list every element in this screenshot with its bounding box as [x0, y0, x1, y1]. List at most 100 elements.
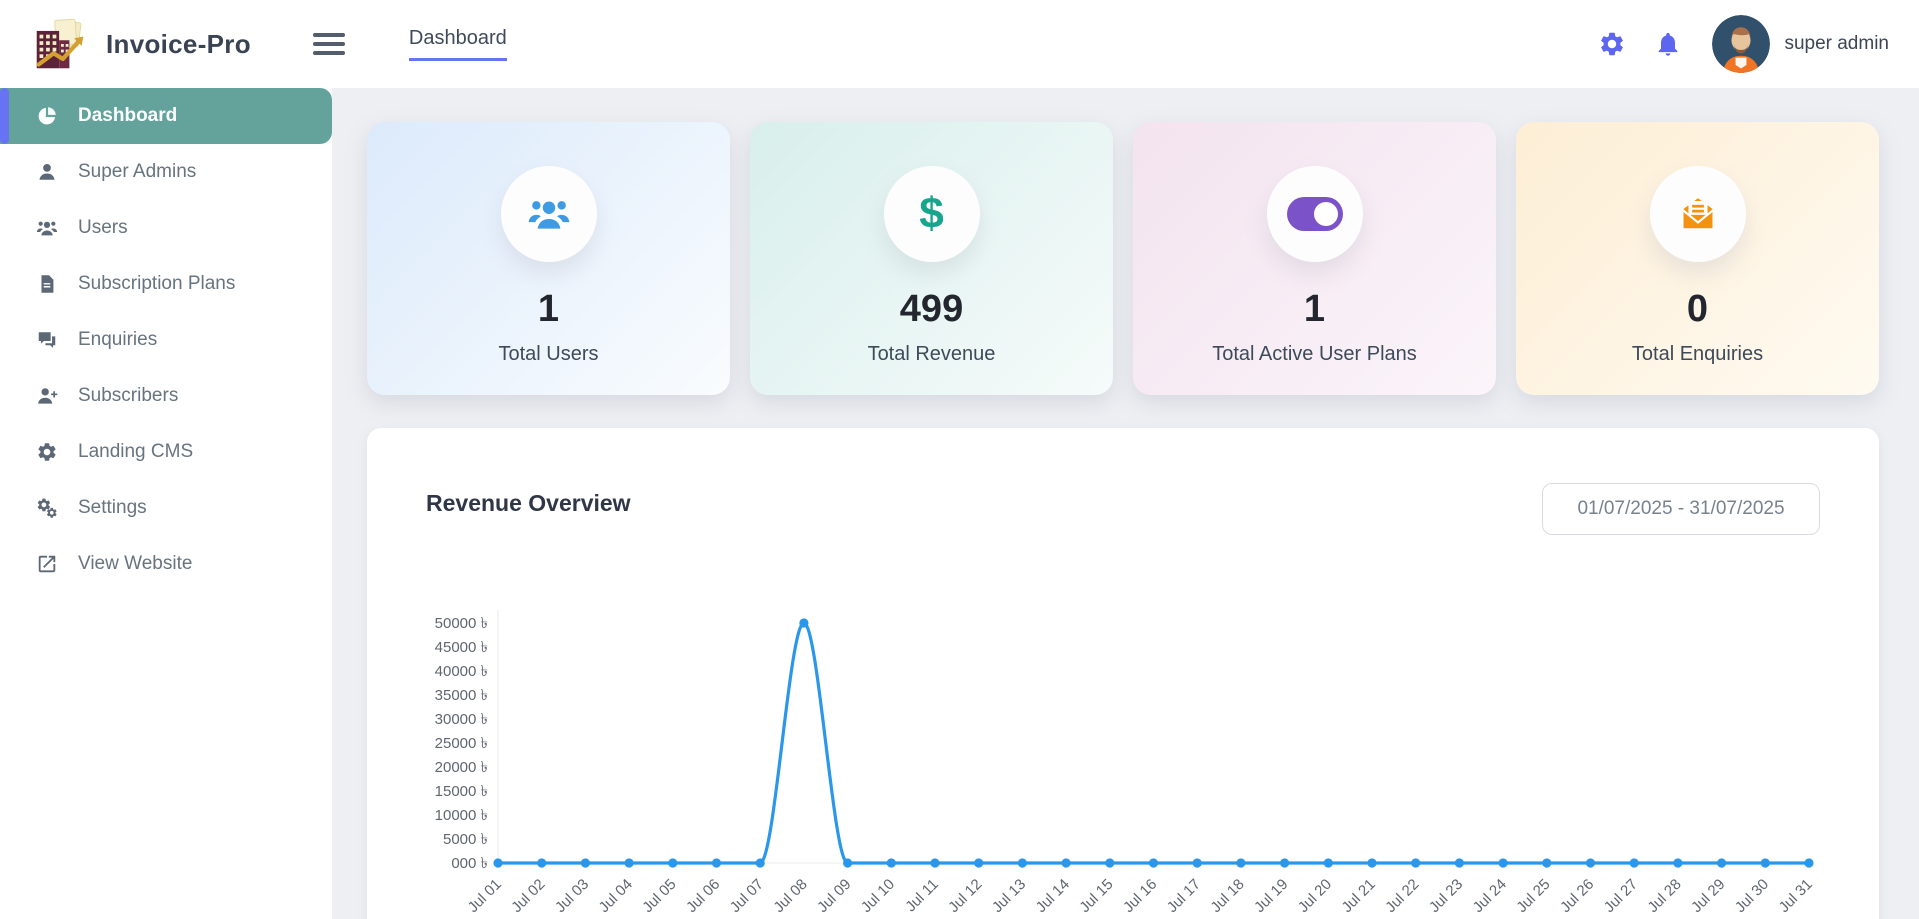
person-add-icon [36, 385, 58, 407]
app-title: Invoice-Pro [106, 29, 251, 60]
section-title: Revenue Overview [426, 490, 631, 517]
notifications-bell-icon[interactable] [1654, 30, 1682, 58]
svg-text:45000 ৳: 45000 ৳ [435, 639, 488, 656]
chat-icon [36, 329, 58, 351]
sidebar-item-dashboard[interactable]: Dashboard [0, 88, 332, 144]
svg-text:Jul 14: Jul 14 [1033, 876, 1073, 916]
svg-text:30000 ৳: 30000 ৳ [435, 711, 488, 728]
stat-icon-circle: $ [884, 166, 980, 262]
stat-value: 1 [367, 288, 730, 331]
toggle-icon [1287, 197, 1343, 231]
svg-text:Jul 01: Jul 01 [465, 876, 505, 916]
users-group-icon [527, 192, 571, 236]
svg-text:5000 ৳: 5000 ৳ [443, 831, 488, 848]
svg-text:Jul 29: Jul 29 [1688, 876, 1728, 916]
external-link-icon [36, 553, 58, 575]
person-icon [36, 161, 58, 183]
breadcrumb[interactable]: Dashboard [409, 27, 507, 61]
stat-cards-row: 1 Total Users $ 499 Total Revenue 1 Tota… [367, 122, 1879, 395]
stat-card-total-revenue: $ 499 Total Revenue [750, 122, 1113, 395]
sidebar-item-subscribers[interactable]: Subscribers [0, 368, 332, 424]
sidebar-item-users[interactable]: Users [0, 200, 332, 256]
app-logo-icon [30, 16, 92, 72]
svg-text:Jul 04: Jul 04 [596, 876, 636, 916]
sidebar-item-label: Landing CMS [78, 441, 193, 463]
gear-icon [36, 441, 58, 463]
sidebar-item-subscription-plans[interactable]: Subscription Plans [0, 256, 332, 312]
user-avatar[interactable] [1712, 15, 1770, 73]
revenue-chart: 50000 ৳45000 ৳40000 ৳35000 ৳30000 ৳25000… [367, 598, 1879, 919]
svg-text:Jul 12: Jul 12 [945, 876, 985, 916]
svg-text:Jul 26: Jul 26 [1557, 876, 1597, 916]
top-bar: Invoice-Pro Dashboard super admin [0, 0, 1919, 88]
sidebar-item-label: Super Admins [78, 161, 196, 183]
svg-text:Jul 24: Jul 24 [1470, 876, 1510, 916]
stat-icon-circle [1650, 166, 1746, 262]
svg-text:25000 ৳: 25000 ৳ [435, 735, 488, 752]
svg-text:20000 ৳: 20000 ৳ [435, 759, 488, 776]
stat-label: Total Enquiries [1516, 343, 1879, 366]
stat-value: 1 [1133, 288, 1496, 331]
svg-text:Jul 31: Jul 31 [1776, 876, 1816, 916]
svg-text:Jul 25: Jul 25 [1513, 876, 1553, 916]
svg-text:Jul 19: Jul 19 [1251, 876, 1291, 916]
stat-icon-circle [1267, 166, 1363, 262]
sidebar-item-label: Subscription Plans [78, 273, 235, 295]
svg-text:Jul 18: Jul 18 [1207, 876, 1247, 916]
svg-text:Jul 15: Jul 15 [1076, 876, 1116, 916]
sidebar-item-label: Settings [78, 497, 147, 519]
svg-text:Jul 16: Jul 16 [1120, 876, 1160, 916]
stat-label: Total Active User Plans [1133, 343, 1496, 366]
svg-text:10000 ৳: 10000 ৳ [435, 807, 488, 824]
svg-text:Jul 09: Jul 09 [814, 876, 854, 916]
sidebar-item-settings[interactable]: Settings [0, 480, 332, 536]
svg-text:Jul 30: Jul 30 [1732, 876, 1772, 916]
svg-text:15000 ৳: 15000 ৳ [435, 783, 488, 800]
svg-text:Jul 27: Jul 27 [1601, 876, 1641, 916]
stat-card-total-enquiries: 0 Total Enquiries [1516, 122, 1879, 395]
svg-text:Jul 20: Jul 20 [1295, 876, 1335, 916]
svg-text:Jul 06: Jul 06 [683, 876, 723, 916]
dollar-icon: $ [919, 192, 943, 236]
sidebar-item-label: View Website [78, 553, 192, 575]
revenue-overview-card: Revenue Overview 50000 ৳45000 ৳40000 ৳35… [367, 428, 1879, 919]
sidebar-item-label: Dashboard [78, 105, 177, 127]
stat-card-total-users: 1 Total Users [367, 122, 730, 395]
dashboard-page: Invoice-Pro Dashboard super admin Dashbo… [0, 0, 1919, 919]
svg-text:000 ৳: 000 ৳ [451, 855, 488, 872]
svg-text:Jul 11: Jul 11 [902, 876, 942, 916]
sidebar-item-landing-cms[interactable]: Landing CMS [0, 424, 332, 480]
svg-text:Jul 17: Jul 17 [1164, 876, 1204, 916]
stat-value: 0 [1516, 288, 1879, 331]
svg-text:Jul 23: Jul 23 [1426, 876, 1466, 916]
svg-text:Jul 10: Jul 10 [858, 876, 898, 916]
sidebar-item-label: Subscribers [78, 385, 178, 407]
user-name[interactable]: super admin [1784, 33, 1889, 55]
hamburger-menu-icon[interactable] [313, 28, 345, 60]
svg-text:Jul 02: Jul 02 [508, 876, 548, 916]
double-gear-icon [36, 497, 58, 519]
svg-text:Jul 21: Jul 21 [1339, 876, 1379, 916]
svg-text:Jul 08: Jul 08 [770, 876, 810, 916]
settings-gear-icon[interactable] [1598, 30, 1626, 58]
sidebar-item-enquiries[interactable]: Enquiries [0, 312, 332, 368]
open-envelope-icon [1676, 192, 1720, 236]
sidebar-item-label: Enquiries [78, 329, 157, 351]
stat-label: Total Users [367, 343, 730, 366]
people-icon [36, 217, 58, 239]
date-range-input[interactable] [1542, 483, 1820, 535]
main-content: 1 Total Users $ 499 Total Revenue 1 Tota… [332, 88, 1919, 919]
sidebar-item-view-website[interactable]: View Website [0, 536, 332, 592]
sidebar-item-label: Users [78, 217, 128, 239]
svg-text:40000 ৳: 40000 ৳ [435, 663, 488, 680]
svg-text:Jul 03: Jul 03 [552, 876, 592, 916]
stat-value: 499 [750, 288, 1113, 331]
sidebar-item-super-admins[interactable]: Super Admins [0, 144, 332, 200]
svg-text:Jul 22: Jul 22 [1382, 876, 1422, 916]
stat-label: Total Revenue [750, 343, 1113, 366]
sidebar: Dashboard Super Admins Users Subscriptio… [0, 88, 332, 919]
pie-chart-icon [36, 105, 58, 127]
svg-text:Jul 07: Jul 07 [727, 876, 767, 916]
svg-text:Jul 05: Jul 05 [639, 876, 679, 916]
svg-text:35000 ৳: 35000 ৳ [435, 687, 488, 704]
